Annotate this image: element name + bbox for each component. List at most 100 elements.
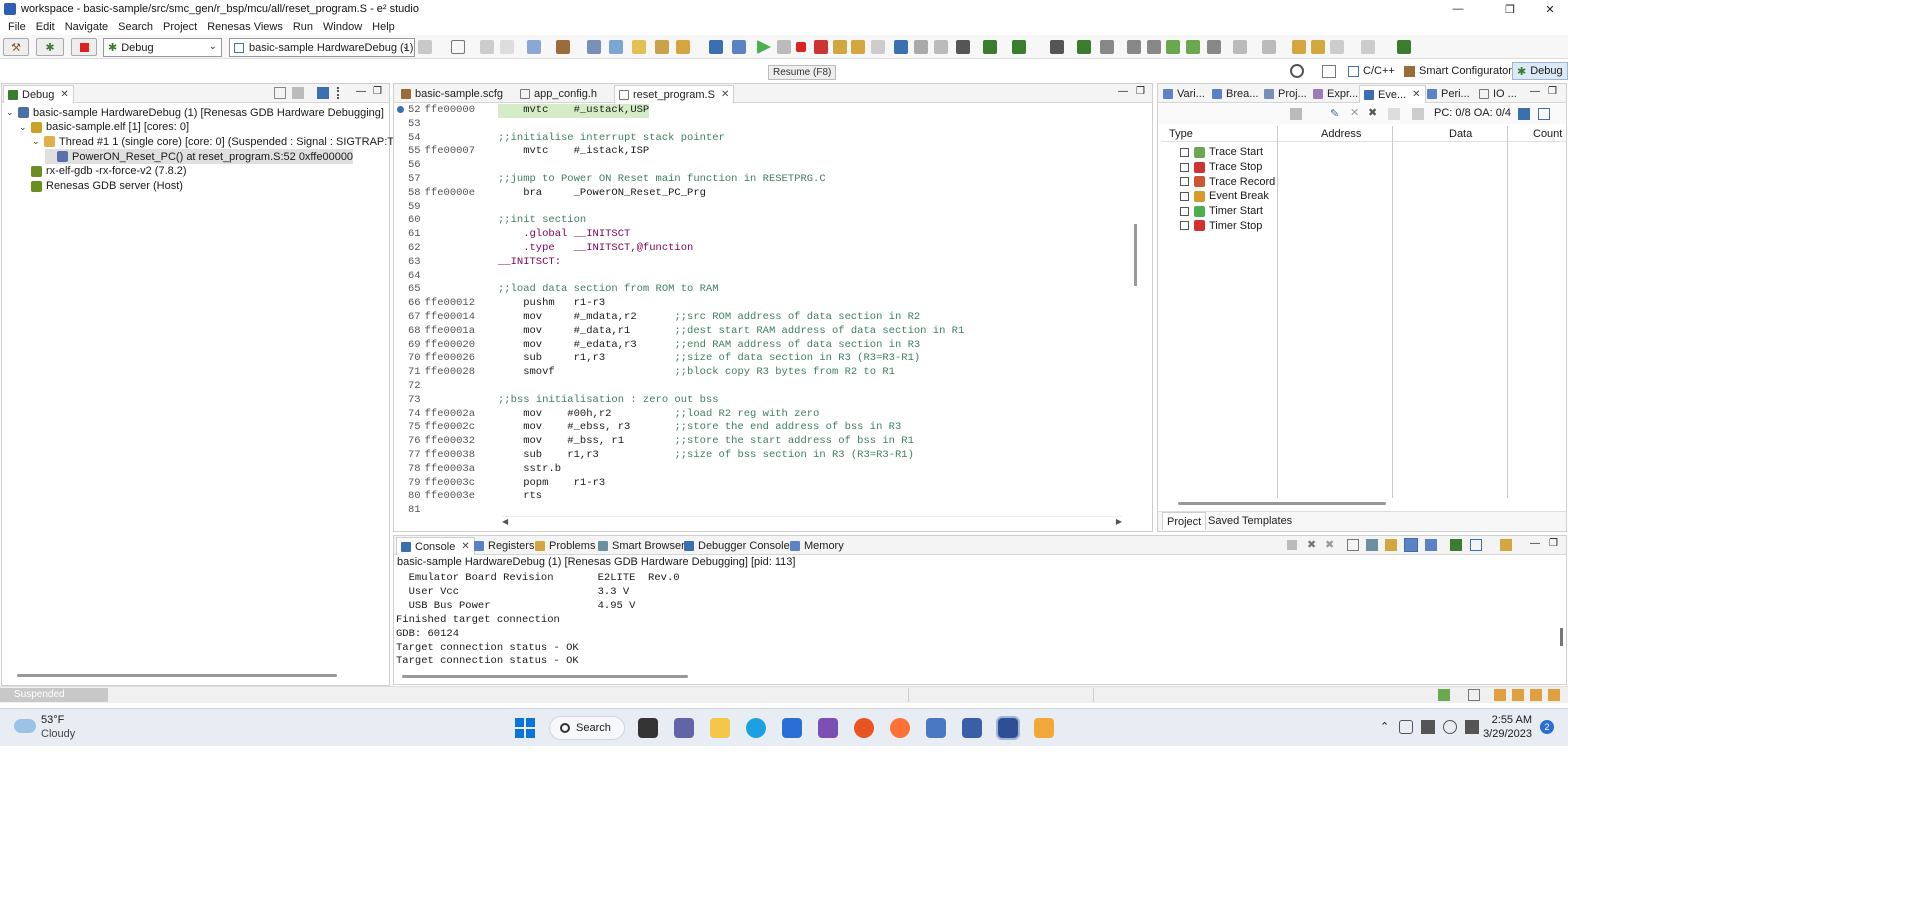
chevron-up-icon[interactable]: ⌃ — [1380, 720, 1389, 733]
teams-icon[interactable] — [674, 718, 694, 738]
code-line[interactable]: 67 ffe00014 mov #_mdata,r2 ;;src ROM addr… — [394, 311, 1129, 325]
perspective-debug[interactable]: ✱ Debug — [1512, 62, 1568, 80]
remove-terminated-icon[interactable] — [292, 87, 304, 99]
maximize-view-icon[interactable]: ❐ — [1549, 538, 1558, 549]
code-line[interactable]: 76 ffe00032 mov #_bss, r1 ;;store the sta… — [394, 435, 1129, 449]
notification-badge[interactable]: 2 — [1540, 720, 1554, 734]
annotation-icon[interactable] — [676, 40, 690, 54]
build-hammer-button[interactable]: ⚒ — [3, 38, 29, 56]
next-annotation-icon[interactable] — [1100, 40, 1114, 54]
restart-icon[interactable] — [934, 40, 948, 54]
code-line[interactable]: 63 __INITSCT: — [394, 256, 1129, 270]
view-menu-icon[interactable] — [337, 87, 345, 99]
code-line[interactable]: 66 ffe00012 pushm r1-r3 — [394, 297, 1129, 311]
code-line[interactable]: 53 — [394, 118, 1129, 132]
column-address[interactable]: Address — [1321, 128, 1361, 140]
code-line[interactable]: 73 ;;bss initialisation : zero out bss — [394, 394, 1129, 408]
tab-smart-browser[interactable]: Smart Browser — [594, 537, 689, 555]
open-type-icon[interactable] — [632, 40, 646, 54]
remove-icon[interactable]: ✕ — [1350, 106, 1359, 119]
terminal-icon[interactable] — [709, 40, 723, 54]
tab-io-registers[interactable]: IO ... — [1475, 85, 1521, 103]
terminate-icon[interactable] — [796, 42, 806, 52]
tray-app-icon[interactable] — [1399, 720, 1413, 734]
perspective-cpp[interactable]: C/C++ — [1348, 62, 1395, 80]
debug-tree-item[interactable]: ⌄ basic-sample HardwareDebug (1) [Renesas… — [6, 105, 384, 120]
task-view-icon[interactable] — [638, 718, 658, 738]
minimize-view-icon[interactable]: — — [1530, 538, 1540, 549]
code-line[interactable]: 60 ;;init section — [394, 214, 1129, 228]
tab-app-config-h[interactable]: app_config.h — [516, 85, 601, 103]
skip-breakpoints-icon[interactable] — [732, 40, 746, 54]
launch-config-gear-icon[interactable] — [418, 40, 432, 54]
debug-tree-item[interactable]: ⌄ basic-sample.elf [1] [cores: 0] — [19, 120, 189, 135]
disable-icon[interactable]: ✎ — [1330, 107, 1339, 120]
refresh-icon[interactable] — [1186, 40, 1200, 54]
perspective-smart-configurator[interactable]: Smart Configurator — [1404, 62, 1512, 80]
code-line[interactable]: 59 — [394, 201, 1129, 215]
disconnect-icon[interactable] — [814, 40, 828, 54]
view-settings-icon[interactable] — [1538, 108, 1550, 120]
resume-icon[interactable] — [757, 40, 771, 54]
code-line[interactable]: 58 ffe0000e bra _PowerON_Reset_PC_Prg — [394, 187, 1129, 201]
display-console-icon[interactable] — [1470, 539, 1482, 551]
tab-event-points[interactable]: Eve... ✕ — [1359, 85, 1426, 103]
clock-time[interactable]: 2:55 AM — [1486, 714, 1532, 726]
code-line[interactable]: 61 .global __INITSCT — [394, 228, 1129, 242]
code-line[interactable]: 54 ;;initialise interrupt stack pointer — [394, 132, 1129, 146]
open-console-icon[interactable] — [1500, 539, 1512, 551]
code-line[interactable]: 65 ;;load data section from ROM to RAM — [394, 283, 1129, 297]
horizontal-scrollbar[interactable]: ◀ ▶ — [502, 516, 1122, 528]
remove-launch-icon[interactable]: ✖ — [1307, 538, 1316, 551]
code-line[interactable]: 77 ffe00038 sub r1,r3 ;;size of bss secti… — [394, 449, 1129, 463]
windows-start-icon[interactable] — [515, 718, 535, 738]
code-line[interactable]: 55 ffe00007 mvtc #_istack,ISP — [394, 145, 1129, 159]
save-icon[interactable] — [480, 40, 494, 54]
search-project-icon[interactable] — [609, 40, 623, 54]
code-line[interactable]: 72 — [394, 380, 1129, 394]
status-icon-6[interactable] — [1548, 689, 1560, 701]
vertical-scrollbar[interactable] — [1560, 628, 1563, 646]
show-on-error-icon[interactable] — [1425, 539, 1437, 551]
close-icon[interactable]: ✕ — [461, 541, 469, 552]
chevron-down-icon[interactable]: ⌄ — [32, 136, 44, 147]
tray-device-icon[interactable] — [1421, 720, 1435, 734]
layout-icon[interactable] — [1127, 40, 1141, 54]
maximize-view-icon[interactable]: ❐ — [1136, 86, 1145, 97]
pin-icon[interactable] — [1233, 40, 1247, 54]
maximize-button[interactable]: ❐ — [1488, 0, 1532, 18]
remove-breakpoints-icon[interactable] — [956, 40, 970, 54]
taskbar-search[interactable]: Search — [549, 716, 625, 740]
tab-memory[interactable]: Memory — [786, 537, 848, 555]
event-checkbox[interactable] — [1180, 147, 1189, 157]
maximize-view-icon[interactable]: ❐ — [373, 86, 382, 97]
code-line[interactable]: 52 ffe00000 mvtc #_ustack,USP — [394, 104, 1129, 118]
debug-dropdown-icon[interactable] — [983, 40, 997, 54]
status-icon-2[interactable] — [1468, 689, 1480, 701]
run-dropdown-icon[interactable] — [1012, 40, 1026, 54]
show-on-output-icon[interactable] — [1404, 538, 1418, 552]
column-data[interactable]: Data — [1449, 128, 1472, 140]
tab-expressions[interactable]: Expr... — [1309, 85, 1362, 103]
minimize-view-icon[interactable]: — — [1118, 86, 1128, 97]
scroll-lock-icon[interactable] — [1366, 539, 1378, 551]
event-row[interactable]: Trace Start — [1158, 145, 1566, 160]
launch-config-select[interactable]: basic-sample HardwareDebug (1) ⌄ — [229, 38, 415, 57]
menu-file[interactable]: File — [3, 21, 31, 33]
code-editor[interactable]: 52 ffe00000 mvtc #_ustack,USP 53 54 ;;initia… — [394, 104, 1129, 516]
maximize-view-icon[interactable]: ❐ — [1548, 86, 1557, 97]
wifi-icon[interactable] — [1443, 720, 1457, 734]
navigate-back-icon[interactable] — [1330, 40, 1344, 54]
status-icon-3[interactable] — [1494, 689, 1506, 701]
navigate-forward-icon[interactable] — [1361, 40, 1375, 54]
collapse-all-icon[interactable] — [274, 87, 286, 99]
column-type[interactable]: Type — [1169, 128, 1193, 140]
save-all-icon[interactable] — [500, 40, 514, 54]
event-checkbox[interactable] — [1180, 162, 1189, 172]
minimize-view-icon[interactable]: — — [1530, 86, 1540, 97]
code-line[interactable]: 69 ffe00020 mov #_edata,r3 ;;end RAM addr… — [394, 339, 1129, 353]
clock-date[interactable]: 3/29/2023 — [1475, 728, 1532, 740]
horizontal-scrollbar[interactable] — [17, 674, 337, 677]
tab-registers[interactable]: Registers — [470, 537, 538, 555]
event-row[interactable]: Trace Record — [1158, 174, 1566, 189]
